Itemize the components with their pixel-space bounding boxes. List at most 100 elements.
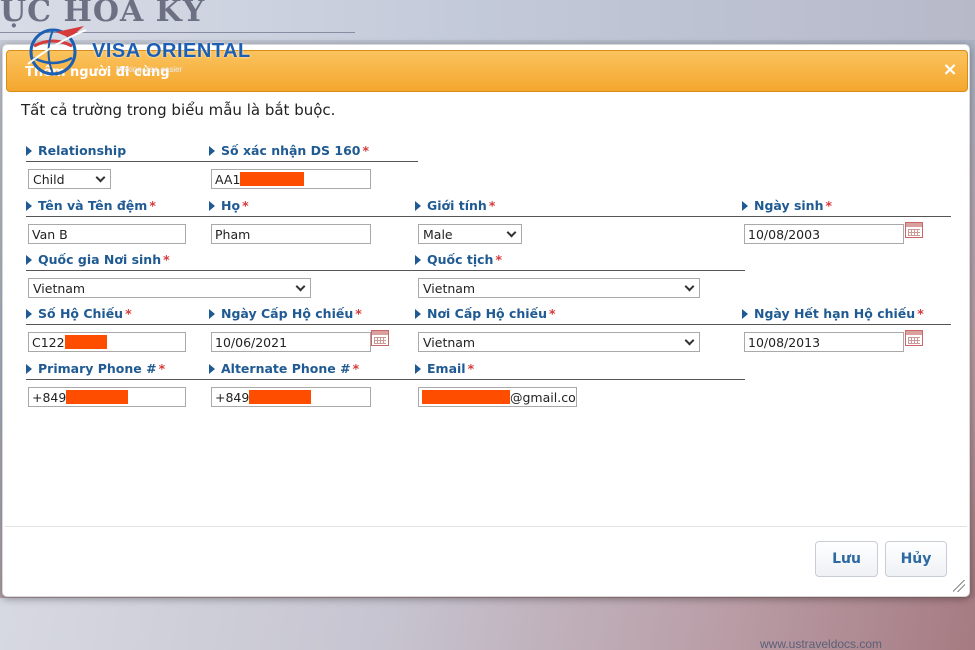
globe-plane-icon <box>27 26 87 76</box>
redacted-block <box>249 390 312 404</box>
passport-no-label: Số Hộ Chiếu <box>38 306 124 321</box>
given-name-value: Van B <box>32 227 68 242</box>
arrow-right-icon <box>209 201 215 211</box>
required-marker: * <box>917 306 924 321</box>
primary-phone-label: Primary Phone # <box>38 361 157 376</box>
given-name-input[interactable]: Van B <box>28 224 186 244</box>
alternate-phone-input[interactable]: +849 <box>211 387 371 407</box>
relationship-label: Relationship <box>38 143 127 158</box>
required-marker: * <box>149 198 156 213</box>
relationship-select[interactable]: Child <box>28 169 111 189</box>
email-value: @gmail.co <box>510 390 576 405</box>
required-marker: * <box>495 252 502 267</box>
arrow-right-icon <box>209 146 215 156</box>
gender-label: Giới tính <box>427 198 487 213</box>
add-companion-dialog: Thêm người đi cùng × Tất cả trường trong… <box>2 44 970 597</box>
row-divider <box>26 379 745 380</box>
passport-no-value: C122 <box>32 335 65 350</box>
required-marker: * <box>825 198 833 213</box>
cancel-button[interactable]: Hủy <box>885 541 947 577</box>
form-instruction: Tất cả trường trong biểu mẫu là bắt buộc… <box>21 101 336 119</box>
birth-country-select[interactable]: Vietnam <box>28 278 311 298</box>
passport-issue-place-label: Nơi Cấp Hộ chiếu <box>427 306 547 321</box>
arrow-right-icon <box>26 255 32 265</box>
relationship-value: Child <box>33 172 65 187</box>
arrow-right-icon <box>26 364 32 374</box>
surname-label: Họ <box>221 198 241 213</box>
nationality-label: Quốc tịch <box>427 252 494 267</box>
arrow-right-icon <box>415 255 421 265</box>
arrow-right-icon <box>742 201 748 211</box>
nationality-select[interactable]: Vietnam <box>418 278 700 298</box>
redacted-block <box>422 390 510 404</box>
passport-issue-place-select[interactable]: Vietnam <box>418 332 700 352</box>
passport-issue-date-value: 10/06/2021 <box>215 335 288 350</box>
alternate-phone-value: +849 <box>215 390 250 405</box>
gender-value: Male <box>423 227 453 242</box>
calendar-icon[interactable] <box>905 222 923 238</box>
surname-value: Pham <box>215 227 251 242</box>
logo-name: VISA ORIENTAL <box>92 40 251 62</box>
dob-value: 10/08/2003 <box>748 227 821 242</box>
birth-country-value: Vietnam <box>33 281 86 296</box>
background-url: www.ustraveldocs.com <box>760 637 883 650</box>
row-divider <box>26 270 745 271</box>
chevron-down-icon <box>506 227 517 238</box>
arrow-right-icon <box>26 201 32 211</box>
required-marker: * <box>242 198 249 213</box>
given-name-label: Tên và Tên đệm <box>38 198 148 213</box>
passport-no-input[interactable]: C122 <box>28 332 186 352</box>
primary-phone-input[interactable]: +849 <box>28 387 186 407</box>
passport-expiry-value: 10/08/2013 <box>748 335 821 350</box>
arrow-right-icon <box>742 309 748 319</box>
arrow-right-icon <box>415 364 421 374</box>
row-divider <box>26 161 418 162</box>
arrow-right-icon <box>209 364 215 374</box>
calendar-icon[interactable] <box>905 330 923 346</box>
arrow-right-icon <box>26 146 32 156</box>
row-divider <box>26 216 951 217</box>
required-marker: * <box>467 361 475 376</box>
passport-expiry-label: Ngày Hết hạn Hộ chiếu <box>754 306 916 321</box>
logo-tagline: Making visa easier <box>116 65 183 74</box>
gender-select[interactable]: Male <box>418 224 522 244</box>
ds160-input[interactable]: AA1 <box>211 169 371 189</box>
arrow-right-icon <box>415 309 421 319</box>
alternate-phone-label: Alternate Phone # <box>221 361 351 376</box>
passport-issue-date-label: Ngày Cấp Hộ chiếu <box>221 306 354 321</box>
resize-grip-icon[interactable] <box>953 580 965 592</box>
ds160-label: Số xác nhận DS 160 <box>221 143 361 158</box>
required-marker: * <box>355 306 362 321</box>
email-label: Email <box>427 361 466 376</box>
arrow-right-icon <box>415 201 421 211</box>
chevron-down-icon <box>95 172 106 183</box>
redacted-block <box>66 390 129 404</box>
arrow-right-icon <box>26 309 32 319</box>
passport-issue-date-input[interactable]: 10/06/2021 <box>211 332 371 352</box>
save-button[interactable]: Lưu <box>815 541 878 577</box>
primary-phone-value: +849 <box>32 390 67 405</box>
email-input[interactable]: @gmail.co <box>418 387 577 407</box>
nationality-value: Vietnam <box>423 281 476 296</box>
dob-input[interactable]: 10/08/2003 <box>744 224 904 244</box>
ds160-value: AA1 <box>215 172 241 187</box>
chevron-down-icon <box>684 281 695 292</box>
redacted-block <box>240 172 305 186</box>
passport-issue-place-value: Vietnam <box>423 335 476 350</box>
passport-expiry-input[interactable]: 10/08/2013 <box>744 332 904 352</box>
chevron-down-icon <box>684 335 695 346</box>
row-divider <box>26 324 951 325</box>
required-marker: * <box>362 143 370 158</box>
required-marker: * <box>548 306 556 321</box>
surname-input[interactable]: Pham <box>211 224 371 244</box>
footer-divider <box>5 526 967 527</box>
required-marker: * <box>163 252 170 267</box>
required-marker: * <box>488 198 496 213</box>
brand-logo: VISA ORIENTAL Making visa easier <box>26 22 250 82</box>
required-marker: * <box>125 306 132 321</box>
chevron-down-icon <box>295 281 306 292</box>
calendar-icon[interactable] <box>371 330 389 346</box>
required-marker: * <box>158 361 166 376</box>
close-icon[interactable]: × <box>941 61 959 79</box>
redacted-block <box>64 335 107 349</box>
